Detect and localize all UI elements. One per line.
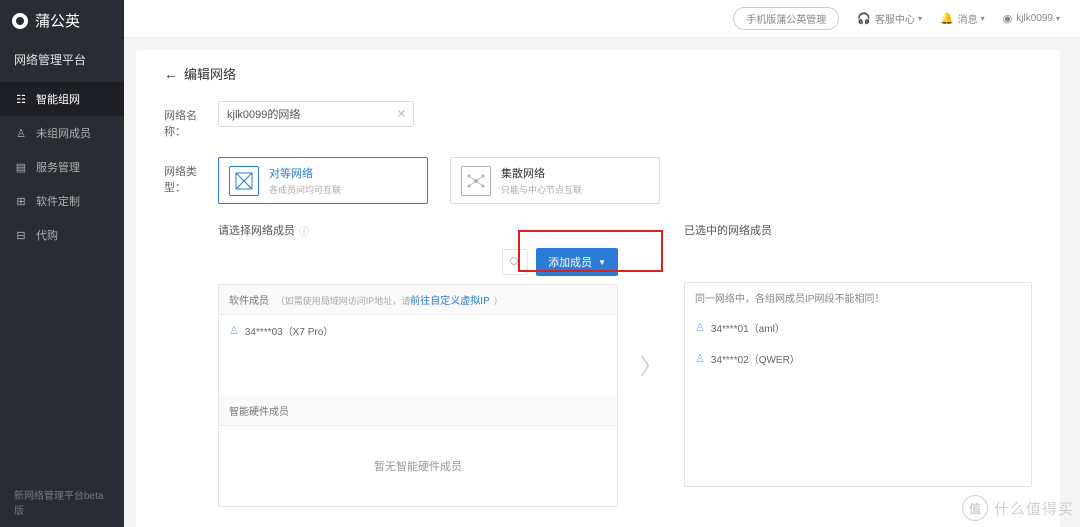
bell-icon: 🔔 <box>940 12 954 25</box>
brand-name: 蒲公英 <box>35 10 80 31</box>
user-icon: ♙ <box>14 126 28 140</box>
topbar: 手机版蒲公英管理 🎧 客服中心 ▾ 🔔 消息 ▾ ◉ kjlk0099 ▾ <box>124 0 1080 38</box>
user-label: kjlk0099 <box>1016 13 1053 24</box>
type-card-p2p[interactable]: 对等网络 各成员间均可互联 <box>218 157 428 204</box>
platform-title: 网络管理平台 <box>0 41 124 82</box>
hardware-members-header: 智能硬件成员 <box>219 396 617 426</box>
type-desc: 各成员间均可互联 <box>269 183 341 196</box>
edit-network-card: ← 编辑网络 网络名称： ✕ 网络类型： <box>136 50 1060 527</box>
member-icon: ♙ <box>695 321 705 334</box>
add-member-label: 添加成员 <box>548 254 592 270</box>
member-text: 34****03（X7 Pro） <box>245 323 333 338</box>
cart-icon: ⊟ <box>14 228 28 242</box>
chevron-down-icon: ▾ <box>981 14 985 23</box>
service-icon: ▤ <box>14 160 28 174</box>
back-arrow-icon[interactable]: ← <box>164 66 178 82</box>
nav-label: 代购 <box>36 227 58 243</box>
nav-item-software[interactable]: ⊞ 软件定制 <box>0 184 124 218</box>
chevron-down-icon: ▾ <box>918 14 922 23</box>
list-item[interactable]: ♙ 34****02（QWER） <box>685 343 1031 374</box>
nav-item-ungrouped[interactable]: ♙ 未组网成员 <box>0 116 124 150</box>
virtual-ip-link[interactable]: 前往自定义虚拟IP <box>410 296 489 307</box>
list-item[interactable]: ♙ 34****03（X7 Pro） <box>219 315 617 346</box>
member-text: 34****02（QWER） <box>711 351 800 366</box>
page-title: ← 编辑网络 <box>164 64 1032 83</box>
nav-item-purchase[interactable]: ⊟ 代购 <box>0 218 124 252</box>
clear-icon[interactable]: ✕ <box>397 108 406 121</box>
hardware-empty: 暂无智能硬件成员 <box>219 426 617 506</box>
selected-members-panel: 同一网络中，各组网成员IP网段不能相同！ ♙ 34****01（aml） ♙ 3… <box>684 282 1032 487</box>
label-network-type: 网络类型： <box>164 157 218 195</box>
label-network-name: 网络名称： <box>164 101 218 139</box>
caret-down-icon: ▼ <box>598 258 606 267</box>
nav-label: 服务管理 <box>36 159 80 175</box>
nav-label: 智能组网 <box>36 91 80 107</box>
network-icon: ☷ <box>14 92 28 106</box>
watermark: 值 什么值得买 <box>962 495 1074 521</box>
type-card-hub[interactable]: 集散网络 只能与中心节点互联 <box>450 157 660 204</box>
headset-icon: 🎧 <box>857 12 871 25</box>
brand-icon <box>12 13 28 29</box>
software-icon: ⊞ <box>14 194 28 208</box>
hub-icon <box>461 166 491 196</box>
mobile-version-button[interactable]: 手机版蒲公英管理 <box>733 7 839 30</box>
avatar-icon: ◉ <box>1003 12 1013 25</box>
nav-item-smart-network[interactable]: ☷ 智能组网 <box>0 82 124 116</box>
label-members-spacer <box>164 222 218 228</box>
list-item[interactable]: ♙ 34****01（aml） <box>685 312 1031 343</box>
nav-label: 软件定制 <box>36 193 80 209</box>
network-name-input[interactable] <box>218 101 414 127</box>
type-name: 集散网络 <box>501 165 582 181</box>
search-icon <box>509 256 521 268</box>
software-members-header: 软件成员 （如需使用局域网访问IP地址，请前往自定义虚拟IP） <box>219 285 617 315</box>
member-icon: ♙ <box>695 352 705 365</box>
watermark-text: 什么值得买 <box>994 498 1074 519</box>
support-label: 客服中心 <box>875 11 915 26</box>
transfer-right-arrow[interactable]: 〉 <box>640 349 662 381</box>
help-icon[interactable]: ⓘ <box>299 223 309 238</box>
support-link[interactable]: 🎧 客服中心 ▾ <box>857 11 922 26</box>
messages-link[interactable]: 🔔 消息 ▾ <box>940 11 985 26</box>
search-button[interactable] <box>502 249 528 275</box>
select-members-title: 请选择网络成员 ⓘ <box>218 222 618 238</box>
chevron-down-icon: ▾ <box>1056 14 1060 23</box>
available-members-panel: 软件成员 （如需使用局域网访问IP地址，请前往自定义虚拟IP） ♙ 34****… <box>218 284 618 507</box>
p2p-icon <box>229 166 259 196</box>
selected-members-title: 已选中的网络成员 <box>684 222 1032 238</box>
member-icon: ♙ <box>229 324 239 337</box>
watermark-badge-icon: 值 <box>962 495 988 521</box>
page-title-text: 编辑网络 <box>184 64 236 83</box>
user-menu[interactable]: ◉ kjlk0099 ▾ <box>1003 12 1060 25</box>
nav-item-service[interactable]: ▤ 服务管理 <box>0 150 124 184</box>
type-name: 对等网络 <box>269 165 341 181</box>
sidebar-footer: 新网络管理平台beta版 <box>0 477 124 527</box>
ip-note: 同一网络中，各组网成员IP网段不能相同！ <box>685 283 1031 312</box>
member-text: 34****01（aml） <box>711 320 785 335</box>
sidebar: 蒲公英 网络管理平台 ☷ 智能组网 ♙ 未组网成员 ▤ 服务管理 ⊞ 软件定制 … <box>0 0 124 527</box>
messages-label: 消息 <box>958 11 978 26</box>
add-member-button[interactable]: 添加成员 ▼ <box>536 248 618 276</box>
nav-label: 未组网成员 <box>36 125 91 141</box>
type-desc: 只能与中心节点互联 <box>501 183 582 196</box>
brand: 蒲公英 <box>0 0 124 41</box>
